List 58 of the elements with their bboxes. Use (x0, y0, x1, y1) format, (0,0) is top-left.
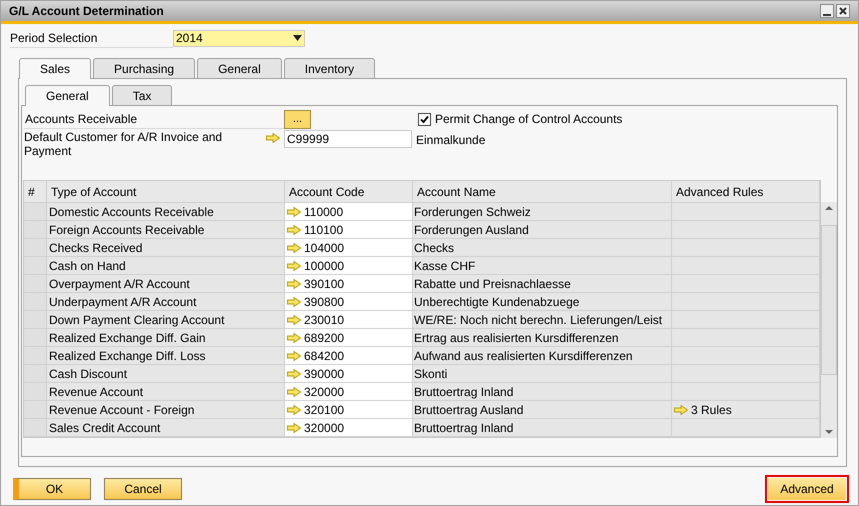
account-code-cell[interactable]: 104000 (285, 239, 413, 257)
table-cell: Bruttoertrag Inland (413, 419, 672, 437)
account-code-cell[interactable]: 684200 (285, 347, 413, 365)
arrow-icon[interactable] (287, 260, 301, 270)
field-label: Default Customer for A/R Invoice and Payment (24, 130, 224, 158)
tab[interactable]: General (25, 85, 110, 106)
account-code-cell[interactable]: 110100 (285, 221, 413, 239)
browse-button[interactable]: ... (284, 110, 311, 128)
account-code-cell[interactable]: 390800 (285, 293, 413, 311)
customer-code-field[interactable]: C99999 (284, 130, 412, 148)
tab[interactable]: Sales (19, 58, 92, 79)
field-label: Period Selection (10, 28, 173, 48)
dialog-button[interactable]: Advanced (765, 475, 849, 503)
customer-name: Einmalkunde (416, 132, 486, 149)
window-title: G/L Account Determination (9, 3, 164, 20)
account-code-cell[interactable]: 110000 (285, 203, 413, 221)
arrow-icon[interactable] (287, 422, 301, 432)
account-code-cell[interactable]: 100000 (285, 257, 413, 275)
account-code-cell[interactable]: 320000 (285, 419, 413, 437)
tab[interactable]: Tax (112, 85, 172, 105)
arrow-icon[interactable] (287, 206, 301, 216)
arrow-icon[interactable] (287, 242, 301, 252)
account-code-cell[interactable]: 320000 (285, 383, 413, 401)
arrow-icon[interactable] (287, 332, 301, 342)
arrow-icon[interactable] (287, 350, 301, 360)
arrow-icon[interactable] (287, 386, 301, 396)
dropdown-arrow-icon[interactable] (293, 35, 302, 41)
checkbox[interactable] (418, 112, 431, 126)
close-icon[interactable] (836, 4, 850, 18)
scrollbar[interactable] (821, 202, 837, 438)
period-dropdown[interactable]: 2014 (173, 30, 305, 46)
dialog-button[interactable]: OK (13, 478, 91, 500)
arrow-icon[interactable] (287, 368, 301, 378)
scroll-down-icon[interactable] (825, 430, 833, 434)
account-code-cell[interactable]: 390100 (285, 275, 413, 293)
account-code-cell[interactable]: 689200 (285, 329, 413, 347)
field-label: Accounts Receivable (24, 110, 284, 128)
arrow-icon[interactable] (674, 404, 688, 414)
table-cell: Sales Credit Account (47, 419, 285, 437)
tab[interactable]: Purchasing (93, 58, 196, 78)
scroll-up-icon[interactable] (825, 206, 833, 210)
tab[interactable]: General (197, 58, 282, 78)
dialog-button[interactable]: Cancel (104, 478, 182, 500)
account-code-cell[interactable]: 320100 (285, 401, 413, 419)
minimize-icon[interactable] (820, 4, 834, 18)
account-code-cell[interactable]: 390000 (285, 365, 413, 383)
arrow-icon[interactable] (287, 314, 301, 324)
arrow-icon[interactable] (266, 133, 280, 143)
tab[interactable]: Inventory (284, 58, 376, 78)
rules-link[interactable]: 3 Rules (691, 400, 732, 418)
account-code-cell[interactable]: 230010 (285, 311, 413, 329)
arrow-icon[interactable] (287, 296, 301, 306)
checkbox-label[interactable]: Permit Change of Control Accounts (435, 110, 622, 128)
check-icon (420, 114, 429, 124)
arrow-icon[interactable] (287, 224, 301, 234)
arrow-icon[interactable] (287, 404, 301, 414)
arrow-icon[interactable] (287, 278, 301, 288)
scroll-thumb[interactable] (821, 225, 837, 375)
